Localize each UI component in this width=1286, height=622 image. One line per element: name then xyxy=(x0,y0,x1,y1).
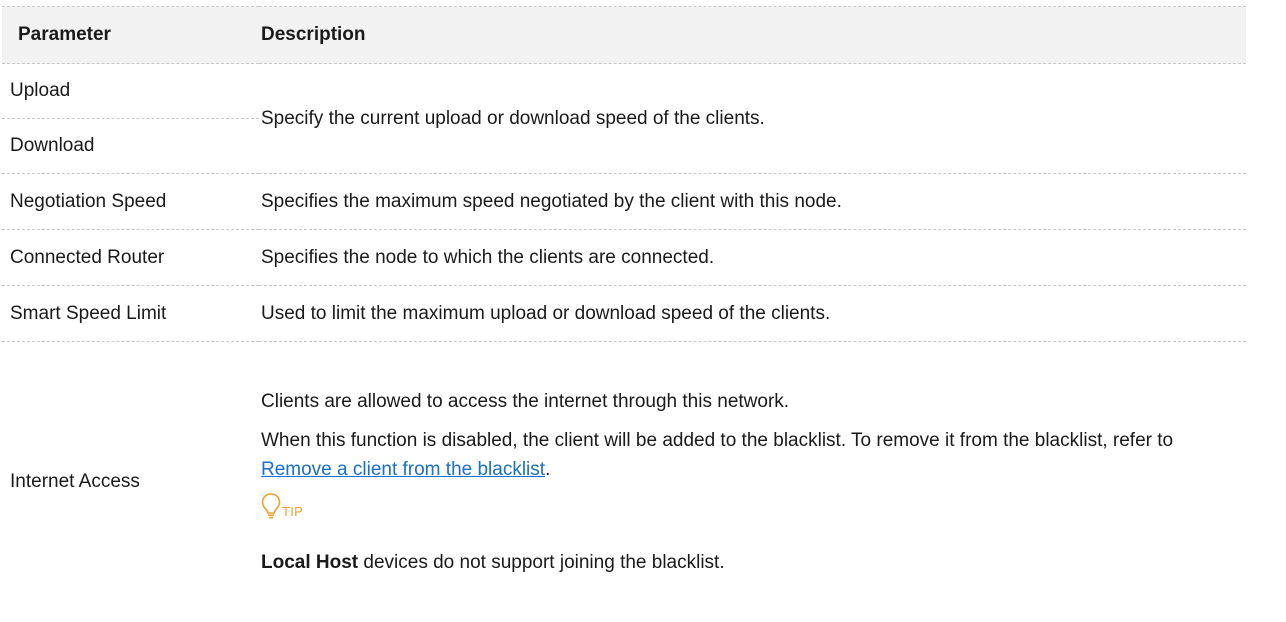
param-connected-router: Connected Router xyxy=(2,230,259,286)
tip-note-bold: Local Host xyxy=(261,552,358,573)
header-parameter: Parameter xyxy=(2,7,259,64)
internet-access-desc-prefix: When this function is disabled, the clie… xyxy=(261,430,1173,451)
parameter-table: Parameter Description Upload Specify the… xyxy=(2,6,1246,622)
internet-access-desc-suffix: . xyxy=(545,459,550,480)
tip-note: Local Host devices do not support joinin… xyxy=(261,548,1238,577)
lightbulb-icon xyxy=(261,492,281,520)
internet-access-desc-line2: When this function is disabled, the clie… xyxy=(261,426,1238,484)
header-description: Description xyxy=(259,7,1246,64)
tip-note-rest: devices do not support joining the black… xyxy=(358,552,725,573)
param-download: Download xyxy=(2,119,259,174)
table-header-row: Parameter Description xyxy=(2,7,1246,64)
param-internet-access: Internet Access xyxy=(2,342,259,622)
param-upload: Upload xyxy=(2,64,259,119)
desc-internet-access: Clients are allowed to access the intern… xyxy=(259,342,1246,622)
internet-access-desc-line1: Clients are allowed to access the intern… xyxy=(261,387,1238,416)
desc-upload-download: Specify the current upload or download s… xyxy=(259,64,1246,174)
param-negotiation-speed: Negotiation Speed xyxy=(2,174,259,230)
table-row: Negotiation Speed Specifies the maximum … xyxy=(2,174,1246,230)
table-row: Connected Router Specifies the node to w… xyxy=(2,230,1246,286)
table-row: Smart Speed Limit Used to limit the maxi… xyxy=(2,286,1246,342)
table-row: Upload Specify the current upload or dow… xyxy=(2,64,1246,119)
desc-negotiation-speed: Specifies the maximum speed negotiated b… xyxy=(259,174,1246,230)
table-row: Internet Access Clients are allowed to a… xyxy=(2,342,1246,622)
desc-smart-speed-limit: Used to limit the maximum upload or down… xyxy=(259,286,1246,342)
remove-client-blacklist-link[interactable]: Remove a client from the blacklist xyxy=(261,459,545,480)
tip-callout: TIP xyxy=(261,490,1238,520)
param-smart-speed-limit: Smart Speed Limit xyxy=(2,286,259,342)
tip-label: TIP xyxy=(282,504,303,519)
desc-connected-router: Specifies the node to which the clients … xyxy=(259,230,1246,286)
